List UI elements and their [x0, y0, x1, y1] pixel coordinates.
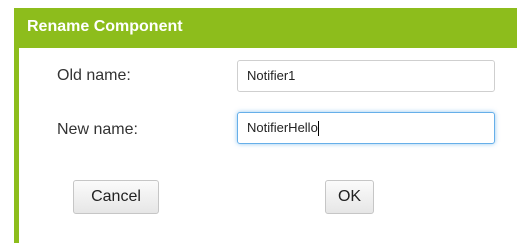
text-caret	[317, 121, 319, 137]
dialog-title: Rename Component	[27, 18, 183, 35]
old-name-field[interactable]: Notifier1	[237, 60, 495, 92]
ok-button[interactable]: OK	[325, 180, 374, 214]
dialog-left-border	[14, 8, 19, 243]
rename-component-dialog: Rename Component Old name: Notifier1 New…	[0, 0, 517, 243]
new-name-label: New name:	[57, 121, 138, 138]
new-name-value: NotifierHello	[247, 120, 318, 135]
cancel-button[interactable]: Cancel	[73, 180, 159, 214]
old-name-value: Notifier1	[247, 68, 296, 83]
new-name-field[interactable]: NotifierHello	[237, 112, 495, 144]
old-name-label: Old name:	[57, 67, 131, 84]
